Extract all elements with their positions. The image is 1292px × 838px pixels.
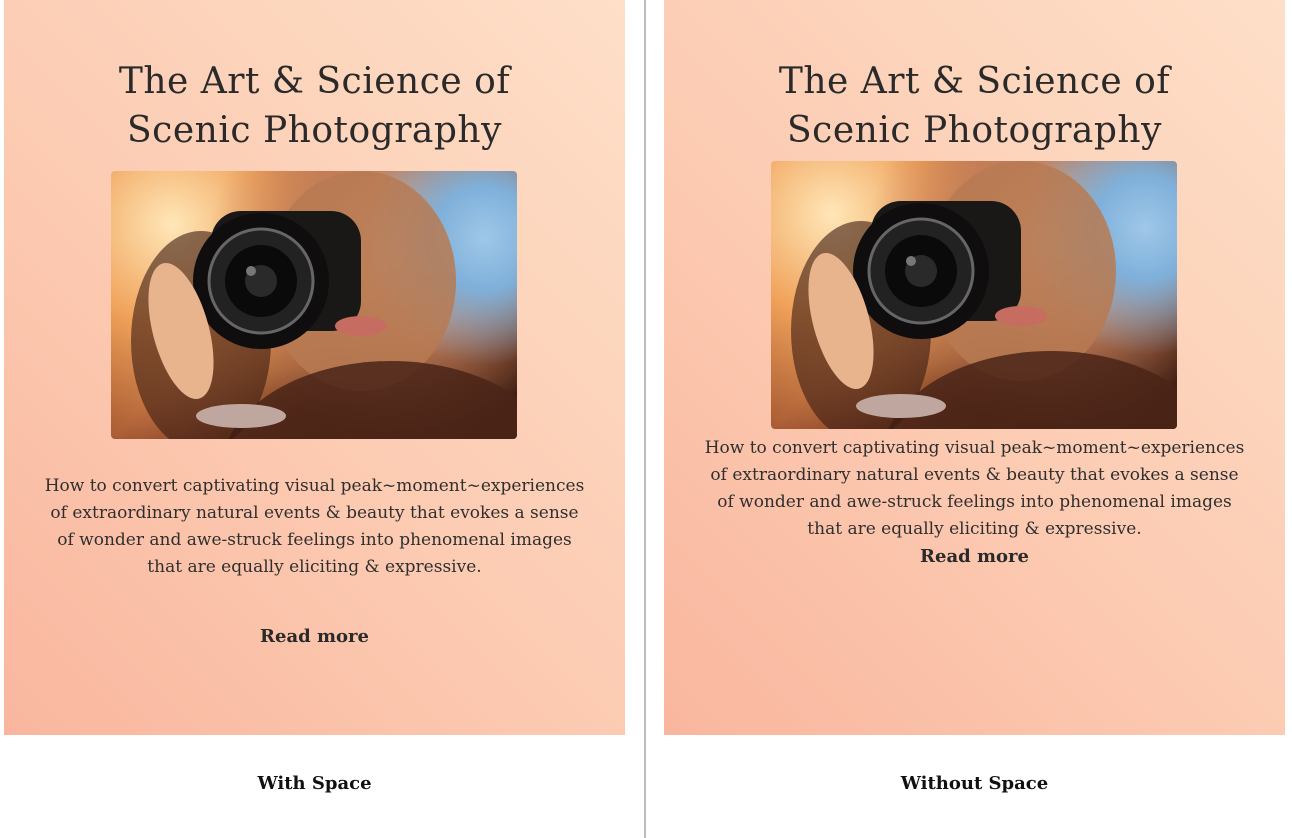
caption-without-space: Without Space bbox=[900, 773, 1049, 794]
title-line-2: Scenic Photography bbox=[787, 110, 1162, 151]
photographer-image bbox=[771, 161, 1177, 429]
desc-line-2: of extraordinary natural events & beauty… bbox=[710, 465, 1239, 485]
card-title: The Art & Science of Scenic Photography bbox=[4, 57, 625, 155]
title-line-1: The Art & Science of bbox=[118, 61, 511, 102]
card-with-space: The Art & Science of Scenic Photography … bbox=[4, 0, 625, 735]
desc-line-3: of wonder and awe-struck feelings into p… bbox=[57, 530, 572, 550]
desc-line-4: that are equally eliciting & expressive. bbox=[807, 519, 1142, 539]
card-description: How to convert captivating visual peak~m… bbox=[4, 473, 625, 581]
desc-line-1: How to convert captivating visual peak~m… bbox=[44, 476, 585, 496]
card-title: The Art & Science of Scenic Photography bbox=[664, 57, 1285, 155]
card-description: How to convert captivating visual peak~m… bbox=[664, 435, 1285, 543]
desc-line-3: of wonder and awe-struck feelings into p… bbox=[717, 492, 1232, 512]
title-line-1: The Art & Science of bbox=[778, 61, 1171, 102]
desc-line-4: that are equally eliciting & expressive. bbox=[147, 557, 482, 577]
desc-line-2: of extraordinary natural events & beauty… bbox=[50, 503, 579, 523]
desc-line-1: How to convert captivating visual peak~m… bbox=[704, 438, 1245, 458]
title-line-2: Scenic Photography bbox=[127, 110, 502, 151]
divider bbox=[644, 0, 646, 838]
caption-with-space: With Space bbox=[257, 773, 372, 794]
card-without-space: The Art & Science of Scenic Photography … bbox=[664, 0, 1285, 735]
read-more-link[interactable]: Read more bbox=[4, 626, 625, 647]
read-more-link[interactable]: Read more bbox=[664, 546, 1285, 567]
photographer-image bbox=[111, 171, 517, 439]
